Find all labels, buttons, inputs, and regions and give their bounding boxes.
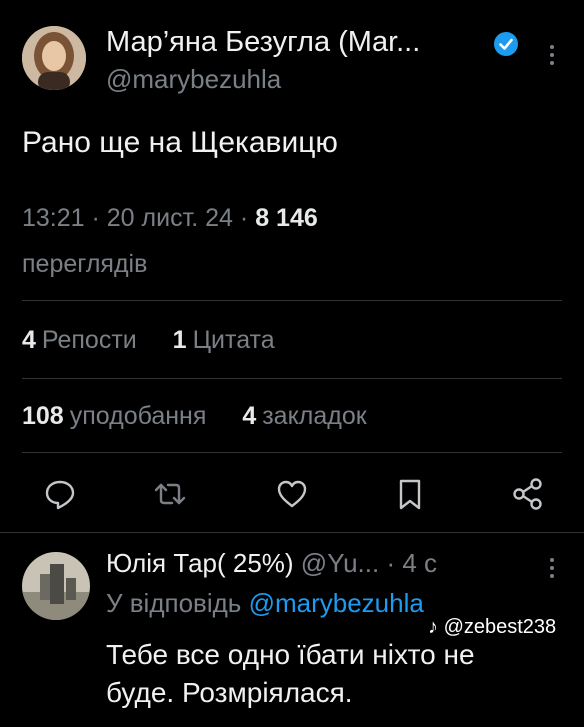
quotes-stat[interactable]: 1 Цитата — [173, 326, 275, 354]
share-icon[interactable] — [510, 476, 546, 512]
likes-bookmarks-row: 108 уподобання 4 закладок — [22, 402, 367, 431]
likes-stat[interactable]: 108 уподобання — [22, 402, 206, 430]
reply-text: Тебе все одно їбати ніхто не буде. Розмр… — [106, 639, 475, 708]
timestamp[interactable]: 13:21 · 20 лист. 24 · — [22, 204, 248, 232]
reply-time: · 4 с — [386, 548, 438, 578]
divider — [22, 452, 562, 453]
bookmarks-stat[interactable]: 4 закладок — [242, 402, 366, 430]
tweet-meta: 13:21 · 20 лист. 24 · 8 146 переглядів — [22, 195, 542, 287]
author-avatar[interactable] — [22, 26, 86, 90]
reply-icon[interactable] — [42, 476, 78, 512]
reposts-stat[interactable]: 4 Репости — [22, 326, 137, 354]
repost-icon[interactable] — [152, 476, 188, 512]
tweet-text: Рано ще на Щекавицю — [22, 126, 338, 159]
author-handle[interactable]: @marybezuhla — [106, 64, 281, 95]
author-name[interactable]: Мар’яна Безугла (Мar... — [106, 26, 420, 59]
views-label: переглядів — [22, 250, 148, 278]
divider — [22, 378, 562, 379]
more-options-icon[interactable] — [545, 44, 559, 66]
section-divider — [0, 532, 584, 533]
replying-to: У відповідь @marybezuhla — [106, 588, 424, 618]
replying-to-link[interactable]: @marybezuhla — [249, 588, 424, 618]
bookmark-icon[interactable] — [392, 476, 428, 512]
reply-avatar[interactable] — [22, 552, 90, 620]
tiktok-logo-icon: ♪ — [428, 616, 438, 638]
reposts-quotes-row: 4 Репости 1 Цитата — [22, 326, 275, 355]
reply-more-options-icon[interactable] — [545, 557, 559, 579]
reply-author-handle[interactable]: @Yu... — [301, 548, 379, 578]
views-count: 8 146 — [255, 204, 318, 232]
like-icon[interactable] — [274, 476, 310, 512]
reply-header: Юлія Тар( 25%) @Yu... · 4 с — [106, 548, 437, 579]
verified-badge-icon — [493, 31, 519, 57]
reply-author-name[interactable]: Юлія Тар( 25%) — [106, 548, 294, 578]
divider — [22, 300, 562, 301]
